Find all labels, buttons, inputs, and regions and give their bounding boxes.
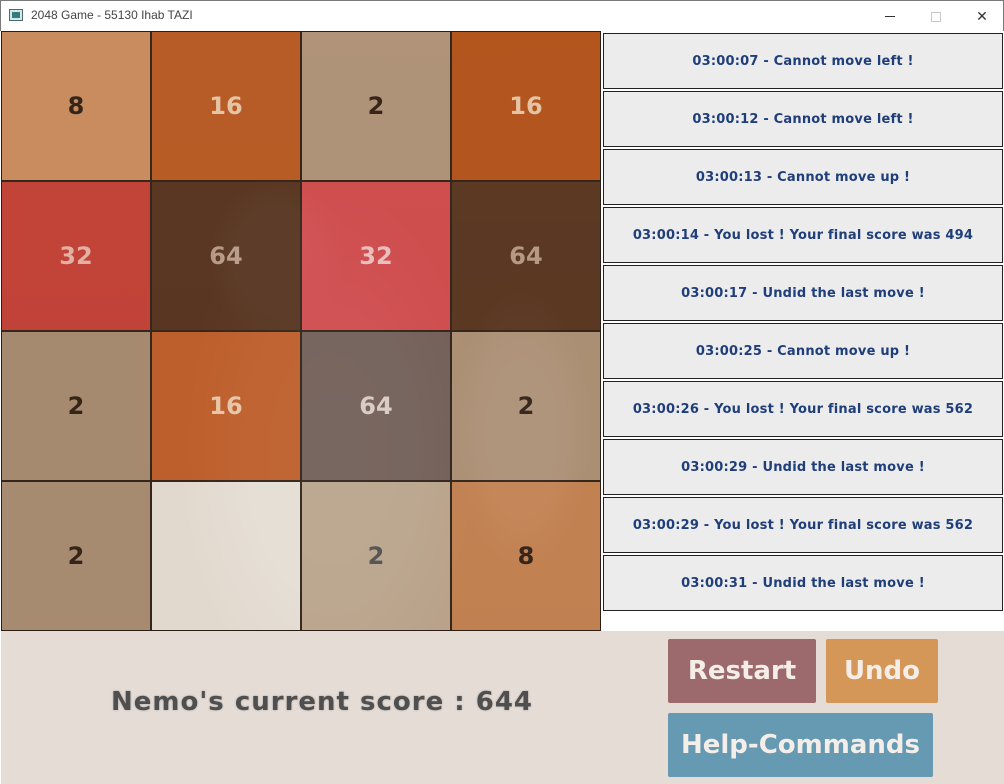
board-tile: 2 <box>301 31 451 181</box>
board-tile: 32 <box>1 181 151 331</box>
log-entry: 03:00:17 - Undid the last move ! <box>603 265 1003 321</box>
board-tile: 2 <box>451 331 601 481</box>
minimize-button[interactable] <box>867 1 913 32</box>
score-label: Nemo's current score : 644 <box>111 687 534 717</box>
app-icon <box>9 9 23 21</box>
minimize-icon <box>885 16 895 17</box>
log-entry: 03:00:07 - Cannot move left ! <box>603 33 1003 89</box>
log-entry: 03:00:26 - You lost ! Your final score w… <box>603 381 1003 437</box>
log-entry: 03:00:12 - Cannot move left ! <box>603 91 1003 147</box>
title-bar: 2048 Game - 55130 Ihab TAZI ✕ <box>0 0 1004 31</box>
restart-button[interactable]: Restart <box>668 639 816 703</box>
board-tile: 2 <box>301 481 451 631</box>
board-tile: 16 <box>151 331 301 481</box>
board-tile: 8 <box>1 31 151 181</box>
log-entry: 03:00:31 - Undid the last move ! <box>603 555 1003 611</box>
log-entry: 03:00:29 - You lost ! Your final score w… <box>603 497 1003 553</box>
board-tile: 16 <box>451 31 601 181</box>
close-icon: ✕ <box>976 8 988 25</box>
move-log: 03:00:07 - Cannot move left ! 03:00:12 - … <box>601 31 1004 631</box>
board-tile: 64 <box>301 331 451 481</box>
log-entry: 03:00:14 - You lost ! Your final score w… <box>603 207 1003 263</box>
board-tile <box>151 481 301 631</box>
maximize-button[interactable] <box>913 1 959 32</box>
log-entry: 03:00:13 - Cannot move up ! <box>603 149 1003 205</box>
maximize-icon <box>931 11 941 22</box>
board-tile: 2 <box>1 331 151 481</box>
board-tile: 2 <box>1 481 151 631</box>
window-title: 2048 Game - 55130 Ihab TAZI <box>31 8 193 22</box>
undo-button[interactable]: Undo <box>826 639 938 703</box>
board-tile: 16 <box>151 31 301 181</box>
board-tile: 64 <box>451 181 601 331</box>
board-tile: 8 <box>451 481 601 631</box>
control-area: Nemo's current score : 644 Restart Undo … <box>1 631 1004 784</box>
board-tile: 64 <box>151 181 301 331</box>
close-button[interactable]: ✕ <box>959 1 1004 32</box>
help-commands-button[interactable]: Help-Commands <box>668 713 933 777</box>
board-tile: 32 <box>301 181 451 331</box>
log-entry: 03:00:29 - Undid the last move ! <box>603 439 1003 495</box>
log-entry: 03:00:25 - Cannot move up ! <box>603 323 1003 379</box>
game-board[interactable]: 8 16 2 16 32 64 32 64 2 16 64 2 2 2 8 <box>1 31 601 631</box>
